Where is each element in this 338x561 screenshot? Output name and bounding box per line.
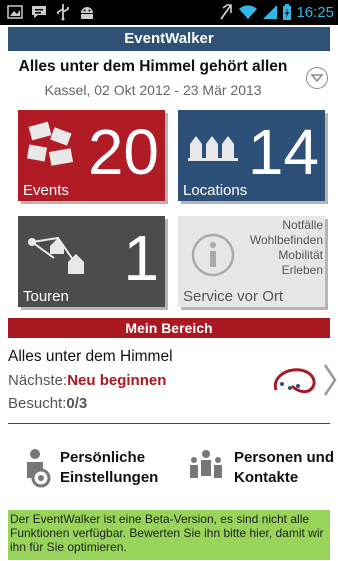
persons-contacts-button[interactable]: Personen und Kontakte (186, 448, 334, 488)
locations-icon (188, 136, 238, 161)
persons-contacts-line2: Kontakte (234, 469, 299, 486)
clock: 16:25 (296, 3, 334, 21)
chevron-down-icon (310, 74, 324, 83)
tour-name: Alles unter dem Himmel (8, 348, 173, 365)
events-label: Events (23, 182, 69, 199)
image-notification-icon (6, 3, 24, 21)
tour-loop-icon (273, 368, 316, 394)
next-label: Nächste: (8, 372, 68, 389)
personal-settings-line2: Einstellungen (60, 469, 159, 486)
section-divider (8, 423, 330, 424)
next-value: Neu beginnen (67, 372, 167, 389)
service-topic-wohlbefinden: Wohlbefinden (249, 233, 323, 247)
service-topic-erleben: Erleben (281, 263, 323, 277)
locations-count: 14 (247, 116, 319, 188)
next-stop: Nächste:Neu beginnen (8, 372, 166, 389)
notification-icons (6, 3, 96, 21)
touren-tile[interactable]: 1 Touren (18, 216, 165, 307)
chat-notification-icon (30, 3, 48, 21)
usb-icon (54, 3, 72, 21)
no-sim-icon (220, 4, 233, 20)
service-label: Service vor Ort (183, 288, 284, 305)
visited-count: Besucht:0/3 (8, 395, 87, 412)
personal-settings-label: Persönliche Einstellungen (60, 448, 158, 488)
persons-contacts-line1: Personen und (234, 449, 335, 466)
touren-count: 1 (123, 222, 159, 294)
service-topic-mobilitaet: Mobilität (278, 248, 323, 262)
touren-label: Touren (23, 288, 69, 305)
signal-icon (263, 5, 278, 19)
people-icon (190, 450, 222, 478)
visited-value: 0/3 (66, 395, 88, 412)
wifi-icon (239, 5, 258, 20)
service-tile[interactable]: Notfälle Wohlbefinden Mobilität Erleben … (178, 216, 325, 307)
visited-label: Besucht: (8, 395, 67, 412)
android-icon (78, 3, 96, 21)
status-bar: 16:25 (0, 0, 338, 25)
event-date-location: Kassel, 02 Okt 2012 - 23 Mär 2013 (44, 82, 262, 98)
app-title-bar: EventWalker (8, 27, 330, 51)
info-icon (191, 233, 235, 277)
person-settings-icon (27, 449, 51, 488)
route-icon (28, 236, 84, 274)
event-title: Alles unter dem Himmel gehört allen (18, 58, 288, 75)
personal-settings-button[interactable]: Persönliche Einstellungen (22, 448, 158, 488)
mein-bereich-header: Mein Bereich (8, 318, 330, 338)
chevron-right-icon (323, 364, 337, 396)
event-dropdown-button[interactable] (306, 67, 328, 89)
events-icon (26, 121, 74, 166)
personal-settings-line1: Persönliche (60, 449, 146, 466)
battery-icon (283, 4, 292, 20)
events-count: 20 (87, 116, 159, 188)
locations-tile[interactable]: 14 Locations (178, 110, 325, 201)
locations-label: Locations (183, 182, 248, 199)
service-topic-notfaelle: Notfälle (282, 218, 323, 232)
events-tile[interactable]: 20 Events (18, 110, 165, 201)
service-topics: Notfälle Wohlbefinden Mobilität Erleben (250, 218, 323, 278)
system-icons: 16:25 (218, 3, 334, 21)
beta-feedback-banner[interactable]: Der EventWalker ist eine Beta-Version, e… (8, 510, 330, 560)
persons-contacts-label: Personen und Kontakte (234, 448, 334, 488)
